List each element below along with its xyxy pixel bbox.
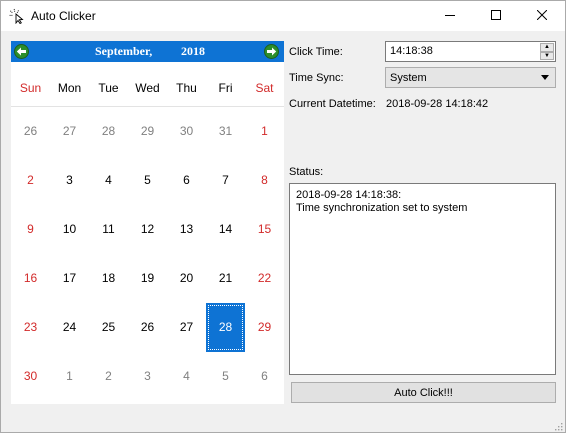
calendar-day[interactable]: 14 xyxy=(206,205,245,254)
spin-up-button[interactable]: ▲ xyxy=(540,43,554,52)
calendar-header: September, 2018 xyxy=(11,41,284,62)
arrow-left-icon xyxy=(16,45,27,59)
triangle-up-icon: ▲ xyxy=(544,44,550,51)
resize-grip-icon[interactable] xyxy=(553,420,563,431)
weekday-header-row: Sun Mon Tue Wed Thu Fri Sat xyxy=(11,75,284,101)
calendar-day[interactable]: 17 xyxy=(50,254,89,303)
calendar-day[interactable]: 10 xyxy=(50,205,89,254)
calendar-day[interactable]: 7 xyxy=(206,156,245,205)
calendar-day[interactable]: 24 xyxy=(50,303,89,352)
triangle-down-icon: ▼ xyxy=(544,52,550,59)
calendar-day-selected[interactable]: 28 xyxy=(206,303,245,352)
current-datetime-value: 2018-09-28 14:18:42 xyxy=(386,98,489,110)
minimize-icon xyxy=(445,9,455,23)
auto-click-button[interactable]: Auto Click!!! xyxy=(291,382,556,403)
cursor-click-icon xyxy=(9,8,25,25)
calendar-day[interactable]: 29 xyxy=(128,107,167,156)
calendar-day[interactable]: 23 xyxy=(11,303,50,352)
calendar-day[interactable]: 26 xyxy=(11,107,50,156)
app-window: Auto Clicker September, 2018 Sun Mon Tue… xyxy=(0,0,566,433)
click-time-label: Click Time: xyxy=(289,46,343,58)
calendar-day[interactable]: 25 xyxy=(89,303,128,352)
weekday-header: Wed xyxy=(135,81,160,95)
previous-month-button[interactable] xyxy=(14,44,29,59)
minimize-button[interactable] xyxy=(427,1,473,31)
calendar-day[interactable]: 30 xyxy=(167,107,206,156)
calendar-day[interactable]: 15 xyxy=(245,205,284,254)
weekday-header: Mon xyxy=(57,81,82,95)
calendar-day[interactable]: 4 xyxy=(89,156,128,205)
weekday-header: Sat xyxy=(255,81,274,95)
title-bar[interactable]: Auto Clicker xyxy=(1,1,565,31)
calendar-day[interactable]: 30 xyxy=(11,352,50,401)
spin-down-button[interactable]: ▼ xyxy=(540,51,554,60)
calendar-day[interactable]: 18 xyxy=(89,254,128,303)
calendar-day[interactable]: 8 xyxy=(245,156,284,205)
calendar-day[interactable]: 12 xyxy=(128,205,167,254)
calendar-day[interactable]: 22 xyxy=(245,254,284,303)
close-icon xyxy=(536,9,548,23)
click-time-input[interactable]: 14:18:38 ▲ ▼ xyxy=(385,41,556,62)
calendar-days-grid: 26 27 28 29 30 31 1 2 3 4 5 6 7 8 9 10 1… xyxy=(11,107,284,401)
weekday-header: Fri xyxy=(218,81,233,95)
maximize-button[interactable] xyxy=(473,1,519,31)
weekday-header: Tue xyxy=(98,81,119,95)
calendar: September, 2018 Sun Mon Tue Wed Thu Fri … xyxy=(11,41,284,404)
calendar-day[interactable]: 28 xyxy=(89,107,128,156)
calendar-day[interactable]: 16 xyxy=(11,254,50,303)
window-title: Auto Clicker xyxy=(31,9,96,23)
weekday-header: Sun xyxy=(19,81,42,95)
calendar-day[interactable]: 27 xyxy=(50,107,89,156)
calendar-day[interactable]: 5 xyxy=(206,352,245,401)
calendar-day[interactable]: 21 xyxy=(206,254,245,303)
calendar-day[interactable]: 5 xyxy=(128,156,167,205)
time-sync-dropdown[interactable]: System xyxy=(385,67,556,88)
calendar-day[interactable]: 13 xyxy=(167,205,206,254)
calendar-day[interactable]: 9 xyxy=(11,205,50,254)
calendar-year-label[interactable]: 2018 xyxy=(181,44,205,59)
calendar-day[interactable]: 1 xyxy=(245,107,284,156)
calendar-day[interactable]: 29 xyxy=(245,303,284,352)
click-time-value: 14:18:38 xyxy=(390,45,433,57)
arrow-right-icon xyxy=(266,45,277,59)
status-line: 2018-09-28 14:18:38: xyxy=(296,189,402,201)
time-spinner: ▲ ▼ xyxy=(540,43,554,60)
chevron-down-icon xyxy=(541,75,549,80)
calendar-day[interactable]: 2 xyxy=(89,352,128,401)
status-line: Time synchronization set to system xyxy=(296,202,468,214)
calendar-day[interactable]: 3 xyxy=(50,156,89,205)
calendar-day[interactable]: 26 xyxy=(128,303,167,352)
calendar-day[interactable]: 27 xyxy=(167,303,206,352)
calendar-day[interactable]: 11 xyxy=(89,205,128,254)
calendar-day[interactable]: 2 xyxy=(11,156,50,205)
time-sync-label: Time Sync: xyxy=(289,72,344,84)
time-sync-value: System xyxy=(390,72,427,84)
calendar-day[interactable]: 20 xyxy=(167,254,206,303)
calendar-day[interactable]: 31 xyxy=(206,107,245,156)
auto-click-label: Auto Click!!! xyxy=(394,386,453,399)
current-datetime-label: Current Datetime: xyxy=(289,98,376,110)
calendar-day[interactable]: 4 xyxy=(167,352,206,401)
next-month-button[interactable] xyxy=(264,44,279,59)
maximize-icon xyxy=(491,9,501,23)
close-button[interactable] xyxy=(519,1,565,31)
calendar-day[interactable]: 1 xyxy=(50,352,89,401)
status-log[interactable]: 2018-09-28 14:18:38: Time synchronizatio… xyxy=(289,183,556,375)
calendar-day[interactable]: 6 xyxy=(245,352,284,401)
status-label: Status: xyxy=(289,166,324,178)
calendar-month-label[interactable]: September, xyxy=(95,44,152,59)
calendar-day[interactable]: 6 xyxy=(167,156,206,205)
calendar-day[interactable]: 3 xyxy=(128,352,167,401)
weekday-header: Thu xyxy=(176,81,197,95)
calendar-day[interactable]: 19 xyxy=(128,254,167,303)
